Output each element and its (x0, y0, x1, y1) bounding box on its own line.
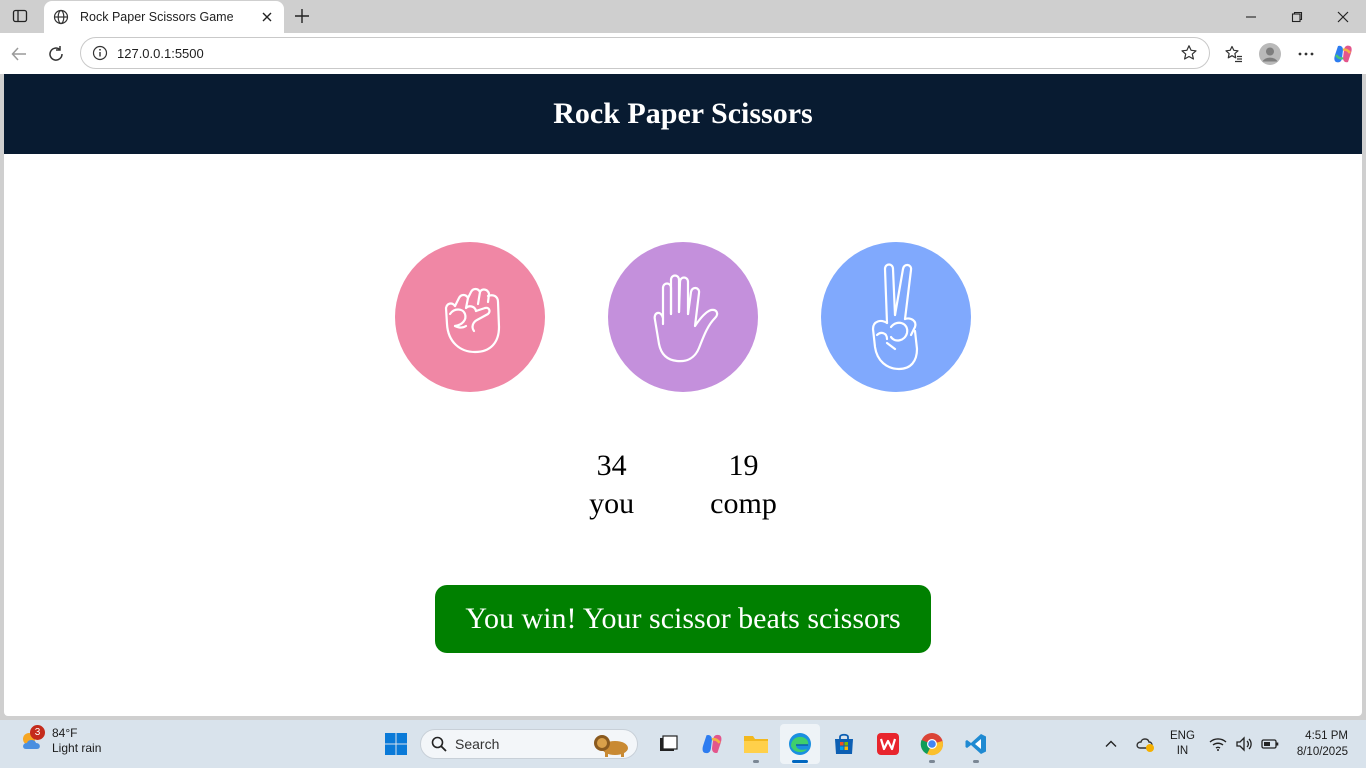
minimize-button[interactable] (1228, 0, 1274, 33)
language-indicator[interactable]: ENG IN (1170, 729, 1195, 759)
choices-row (4, 242, 1362, 392)
page-title: Rock Paper Scissors (553, 97, 813, 130)
weather-icon: 3 (18, 725, 46, 755)
taskbar-clock[interactable]: 4:51 PM 8/10/2025 (1297, 728, 1348, 760)
user-score-label: you (589, 487, 635, 520)
search-placeholder: Search (455, 736, 500, 752)
chrome-app[interactable] (912, 724, 952, 764)
sidebar-icon (12, 9, 28, 23)
favorites-button[interactable] (1219, 39, 1249, 69)
more-dots-icon (1298, 52, 1314, 56)
comp-score: 19 (728, 449, 759, 482)
taskbar: 3 84°F Light rain Search ENG IN 4:51 PM … (0, 720, 1366, 768)
more-options-button[interactable] (1291, 39, 1321, 69)
restore-button[interactable] (1274, 0, 1320, 33)
edge-app[interactable] (780, 724, 820, 764)
close-tab-icon[interactable] (258, 8, 276, 26)
minimize-icon (1246, 15, 1256, 18)
edge-icon (789, 733, 811, 755)
profile-button[interactable] (1255, 39, 1285, 69)
new-tab-button[interactable] (290, 5, 314, 27)
tab-title: Rock Paper Scissors Game (80, 10, 234, 24)
clock-time: 4:51 PM (1305, 730, 1348, 742)
lang-code: ENG (1170, 730, 1195, 742)
scissors-choice[interactable] (821, 242, 971, 392)
result-message: You win! Your scissor beats scissors (435, 585, 931, 653)
comp-score-block: 19 comp (710, 447, 777, 523)
wifi-icon (1209, 738, 1227, 751)
start-button[interactable] (380, 728, 412, 760)
lion-icon (594, 735, 628, 757)
vscode-icon (965, 734, 986, 754)
speaker-icon (1236, 736, 1252, 752)
tab-actions-button[interactable] (6, 3, 34, 29)
task-view-icon (660, 735, 678, 751)
close-icon (1337, 11, 1349, 22)
rock-choice[interactable] (395, 242, 545, 392)
weather-temp: 84°F (52, 726, 78, 740)
close-window-button[interactable] (1320, 0, 1366, 33)
copilot-icon (1334, 45, 1352, 63)
battery-icon (1261, 739, 1279, 749)
browser-toolbar: 127.0.0.1:5500 (0, 33, 1366, 74)
wps-icon (877, 733, 899, 755)
lang-region: IN (1176, 745, 1189, 757)
copilot-app[interactable] (692, 724, 732, 764)
address-bar[interactable]: 127.0.0.1:5500 (80, 37, 1210, 69)
favorite-star-icon[interactable] (1179, 43, 1199, 63)
system-tray: ENG IN (1100, 720, 1283, 768)
url-text: 127.0.0.1:5500 (117, 45, 204, 61)
plus-icon (295, 9, 309, 23)
chrome-icon (920, 733, 943, 756)
tab-bar: Rock Paper Scissors Game (0, 0, 1366, 33)
store-bag-icon (835, 733, 853, 754)
site-info-icon[interactable] (91, 44, 109, 62)
weather-widget[interactable]: 3 84°F Light rain (18, 725, 102, 756)
back-button[interactable] (4, 39, 34, 69)
browser-tab[interactable]: Rock Paper Scissors Game (44, 1, 284, 33)
store-app[interactable] (824, 724, 864, 764)
file-explorer-app[interactable] (736, 724, 776, 764)
vscode-app[interactable] (956, 724, 996, 764)
user-score-block: 34 you (589, 447, 634, 523)
avatar-icon (1259, 43, 1281, 65)
show-hidden-icons-button[interactable] (1104, 737, 1118, 751)
taskbar-search[interactable]: Search (420, 729, 638, 759)
chevron-up-icon (1105, 740, 1117, 747)
battery-tray[interactable] (1261, 738, 1279, 750)
search-icon (431, 736, 447, 752)
volume-tray[interactable] (1235, 736, 1253, 752)
copilot-button[interactable] (1328, 39, 1358, 69)
fist-icon (444, 287, 501, 354)
copilot-app-icon (702, 734, 722, 754)
windows-logo-icon (385, 733, 407, 755)
taskbar-apps: Search (380, 724, 998, 764)
globe-icon (52, 8, 70, 26)
comp-score-label: comp (710, 487, 777, 520)
cloud-sync-icon (1136, 738, 1154, 752)
wps-office-app[interactable] (868, 724, 908, 764)
restore-icon (1291, 11, 1303, 22)
score-board: 34 you 19 comp (4, 447, 1362, 523)
refresh-button[interactable] (41, 39, 71, 69)
onedrive-tray[interactable] (1136, 735, 1156, 753)
refresh-icon (49, 46, 63, 61)
weather-badge: 3 (30, 725, 45, 740)
peace-sign-icon (871, 263, 919, 371)
page-viewport: Rock Paper Scissors 34 you 19 comp You w… (4, 74, 1362, 716)
open-hand-icon (653, 274, 719, 363)
clock-date: 8/10/2025 (1296, 746, 1348, 758)
favorites-list-icon (1225, 45, 1242, 63)
weather-condition: Light rain (52, 741, 102, 755)
wifi-tray[interactable] (1209, 736, 1227, 752)
user-score: 34 (596, 449, 627, 482)
paper-choice[interactable] (608, 242, 758, 392)
task-view-app[interactable] (648, 724, 688, 764)
back-arrow-icon (11, 47, 26, 61)
page-header: Rock Paper Scissors (4, 74, 1362, 154)
folder-icon (744, 736, 768, 753)
